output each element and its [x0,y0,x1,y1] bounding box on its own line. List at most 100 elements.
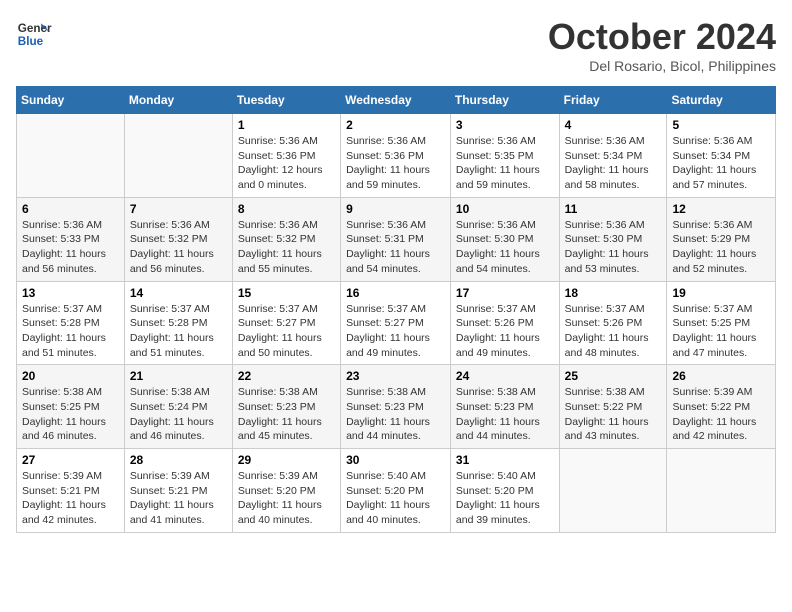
calendar-table: Sunday Monday Tuesday Wednesday Thursday… [16,86,776,533]
day-number: 12 [672,202,770,216]
day-info: Sunrise: 5:36 AMSunset: 5:34 PMDaylight:… [672,134,770,193]
day-info: Sunrise: 5:38 AMSunset: 5:22 PMDaylight:… [565,385,662,444]
day-number: 2 [346,118,445,132]
day-info: Sunrise: 5:36 AMSunset: 5:30 PMDaylight:… [456,218,554,277]
header-saturday: Saturday [667,87,776,114]
calendar-cell: 19 Sunrise: 5:37 AMSunset: 5:25 PMDaylig… [667,281,776,365]
day-number: 20 [22,369,119,383]
day-info: Sunrise: 5:40 AMSunset: 5:20 PMDaylight:… [456,469,554,528]
day-info: Sunrise: 5:38 AMSunset: 5:25 PMDaylight:… [22,385,119,444]
calendar-cell: 28 Sunrise: 5:39 AMSunset: 5:21 PMDaylig… [124,449,232,533]
calendar-week-5: 27 Sunrise: 5:39 AMSunset: 5:21 PMDaylig… [17,449,776,533]
calendar-cell: 11 Sunrise: 5:36 AMSunset: 5:30 PMDaylig… [559,197,667,281]
day-number: 13 [22,286,119,300]
day-info: Sunrise: 5:37 AMSunset: 5:26 PMDaylight:… [456,302,554,361]
day-number: 30 [346,453,445,467]
day-info: Sunrise: 5:39 AMSunset: 5:21 PMDaylight:… [130,469,227,528]
header-sunday: Sunday [17,87,125,114]
day-info: Sunrise: 5:38 AMSunset: 5:24 PMDaylight:… [130,385,227,444]
calendar-cell: 23 Sunrise: 5:38 AMSunset: 5:23 PMDaylig… [341,365,451,449]
calendar-cell [124,114,232,198]
calendar-cell: 17 Sunrise: 5:37 AMSunset: 5:26 PMDaylig… [450,281,559,365]
logo-icon: General Blue [16,16,52,52]
day-number: 5 [672,118,770,132]
day-number: 11 [565,202,662,216]
day-info: Sunrise: 5:36 AMSunset: 5:32 PMDaylight:… [130,218,227,277]
day-number: 29 [238,453,335,467]
calendar-cell: 3 Sunrise: 5:36 AMSunset: 5:35 PMDayligh… [450,114,559,198]
day-number: 8 [238,202,335,216]
calendar-cell: 6 Sunrise: 5:36 AMSunset: 5:33 PMDayligh… [17,197,125,281]
day-info: Sunrise: 5:36 AMSunset: 5:36 PMDaylight:… [346,134,445,193]
calendar-cell: 26 Sunrise: 5:39 AMSunset: 5:22 PMDaylig… [667,365,776,449]
day-number: 6 [22,202,119,216]
header-monday: Monday [124,87,232,114]
day-info: Sunrise: 5:36 AMSunset: 5:29 PMDaylight:… [672,218,770,277]
day-number: 26 [672,369,770,383]
calendar-cell [17,114,125,198]
calendar-cell: 22 Sunrise: 5:38 AMSunset: 5:23 PMDaylig… [232,365,340,449]
header-friday: Friday [559,87,667,114]
day-info: Sunrise: 5:36 AMSunset: 5:36 PMDaylight:… [238,134,335,193]
day-info: Sunrise: 5:37 AMSunset: 5:27 PMDaylight:… [238,302,335,361]
day-number: 25 [565,369,662,383]
calendar-week-4: 20 Sunrise: 5:38 AMSunset: 5:25 PMDaylig… [17,365,776,449]
day-info: Sunrise: 5:38 AMSunset: 5:23 PMDaylight:… [456,385,554,444]
day-info: Sunrise: 5:38 AMSunset: 5:23 PMDaylight:… [346,385,445,444]
svg-text:Blue: Blue [18,35,44,48]
header-thursday: Thursday [450,87,559,114]
header-tuesday: Tuesday [232,87,340,114]
day-info: Sunrise: 5:37 AMSunset: 5:26 PMDaylight:… [565,302,662,361]
day-number: 7 [130,202,227,216]
page-header: General Blue October 2024 Del Rosario, B… [16,16,776,74]
day-info: Sunrise: 5:36 AMSunset: 5:32 PMDaylight:… [238,218,335,277]
calendar-cell: 29 Sunrise: 5:39 AMSunset: 5:20 PMDaylig… [232,449,340,533]
day-number: 22 [238,369,335,383]
calendar-cell: 5 Sunrise: 5:36 AMSunset: 5:34 PMDayligh… [667,114,776,198]
calendar-cell: 15 Sunrise: 5:37 AMSunset: 5:27 PMDaylig… [232,281,340,365]
day-number: 19 [672,286,770,300]
calendar-cell: 2 Sunrise: 5:36 AMSunset: 5:36 PMDayligh… [341,114,451,198]
calendar-cell: 16 Sunrise: 5:37 AMSunset: 5:27 PMDaylig… [341,281,451,365]
day-number: 9 [346,202,445,216]
day-info: Sunrise: 5:36 AMSunset: 5:35 PMDaylight:… [456,134,554,193]
day-number: 16 [346,286,445,300]
calendar-week-1: 1 Sunrise: 5:36 AMSunset: 5:36 PMDayligh… [17,114,776,198]
calendar-cell: 27 Sunrise: 5:39 AMSunset: 5:21 PMDaylig… [17,449,125,533]
calendar-cell: 25 Sunrise: 5:38 AMSunset: 5:22 PMDaylig… [559,365,667,449]
day-info: Sunrise: 5:37 AMSunset: 5:25 PMDaylight:… [672,302,770,361]
day-number: 23 [346,369,445,383]
calendar-cell: 1 Sunrise: 5:36 AMSunset: 5:36 PMDayligh… [232,114,340,198]
calendar-cell: 8 Sunrise: 5:36 AMSunset: 5:32 PMDayligh… [232,197,340,281]
day-info: Sunrise: 5:36 AMSunset: 5:34 PMDaylight:… [565,134,662,193]
calendar-header-row: Sunday Monday Tuesday Wednesday Thursday… [17,87,776,114]
title-block: October 2024 Del Rosario, Bicol, Philipp… [548,16,776,74]
calendar-cell: 4 Sunrise: 5:36 AMSunset: 5:34 PMDayligh… [559,114,667,198]
calendar-cell: 31 Sunrise: 5:40 AMSunset: 5:20 PMDaylig… [450,449,559,533]
calendar-cell: 18 Sunrise: 5:37 AMSunset: 5:26 PMDaylig… [559,281,667,365]
month-title: October 2024 [548,16,776,58]
day-info: Sunrise: 5:37 AMSunset: 5:27 PMDaylight:… [346,302,445,361]
calendar-cell: 13 Sunrise: 5:37 AMSunset: 5:28 PMDaylig… [17,281,125,365]
day-number: 27 [22,453,119,467]
calendar-cell: 10 Sunrise: 5:36 AMSunset: 5:30 PMDaylig… [450,197,559,281]
header-wednesday: Wednesday [341,87,451,114]
day-info: Sunrise: 5:37 AMSunset: 5:28 PMDaylight:… [22,302,119,361]
calendar-week-3: 13 Sunrise: 5:37 AMSunset: 5:28 PMDaylig… [17,281,776,365]
day-info: Sunrise: 5:36 AMSunset: 5:31 PMDaylight:… [346,218,445,277]
day-number: 31 [456,453,554,467]
location-subtitle: Del Rosario, Bicol, Philippines [548,58,776,74]
day-info: Sunrise: 5:39 AMSunset: 5:22 PMDaylight:… [672,385,770,444]
day-info: Sunrise: 5:38 AMSunset: 5:23 PMDaylight:… [238,385,335,444]
calendar-cell [559,449,667,533]
day-info: Sunrise: 5:39 AMSunset: 5:20 PMDaylight:… [238,469,335,528]
day-number: 14 [130,286,227,300]
calendar-cell: 21 Sunrise: 5:38 AMSunset: 5:24 PMDaylig… [124,365,232,449]
day-number: 15 [238,286,335,300]
calendar-cell: 12 Sunrise: 5:36 AMSunset: 5:29 PMDaylig… [667,197,776,281]
day-info: Sunrise: 5:40 AMSunset: 5:20 PMDaylight:… [346,469,445,528]
day-number: 4 [565,118,662,132]
day-number: 3 [456,118,554,132]
calendar-week-2: 6 Sunrise: 5:36 AMSunset: 5:33 PMDayligh… [17,197,776,281]
day-number: 24 [456,369,554,383]
